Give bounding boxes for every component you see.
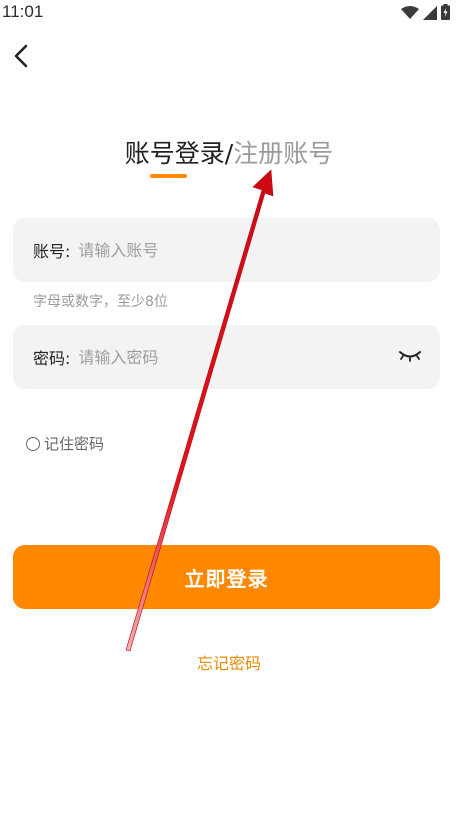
login-screen: 11:01 账号登录/注册账号 账号: 请输入账号 字母或数字，至少8位 密码:…	[0, 0, 458, 820]
password-input[interactable]	[78, 347, 396, 367]
login-register-tabs: 账号登录/注册账号	[0, 136, 458, 172]
chevron-left-icon	[13, 44, 29, 72]
account-input[interactable]	[78, 240, 424, 260]
account-field: 账号:	[13, 218, 440, 282]
password-visibility-toggle[interactable]	[396, 343, 424, 371]
wifi-icon	[401, 5, 419, 24]
tab-separator: /	[224, 139, 234, 168]
status-icons	[401, 4, 450, 24]
remember-password-option[interactable]: 记住密码	[26, 433, 104, 454]
account-label: 账号:	[33, 242, 71, 261]
status-time: 11:01	[2, 2, 44, 21]
battery-charging-icon	[441, 4, 450, 24]
status-bar: 11:01	[0, 0, 458, 26]
login-button[interactable]: 立即登录	[13, 545, 440, 609]
tab-account-login[interactable]: 账号登录	[125, 139, 225, 168]
remember-password-label: 记住密码	[44, 435, 105, 453]
tab-register-account[interactable]: 注册账号	[233, 139, 333, 168]
active-tab-indicator	[150, 174, 187, 178]
forgot-password-link[interactable]: 忘记密码	[0, 650, 458, 674]
annotation-arrow	[125, 169, 274, 652]
back-button[interactable]	[6, 42, 36, 74]
password-label: 密码:	[33, 349, 71, 368]
account-hint: 字母或数字，至少8位	[33, 294, 168, 310]
remember-password-radio[interactable]	[26, 436, 40, 451]
signal-icon	[423, 5, 437, 24]
eye-closed-icon	[398, 348, 422, 367]
password-field: 密码:	[13, 325, 440, 389]
